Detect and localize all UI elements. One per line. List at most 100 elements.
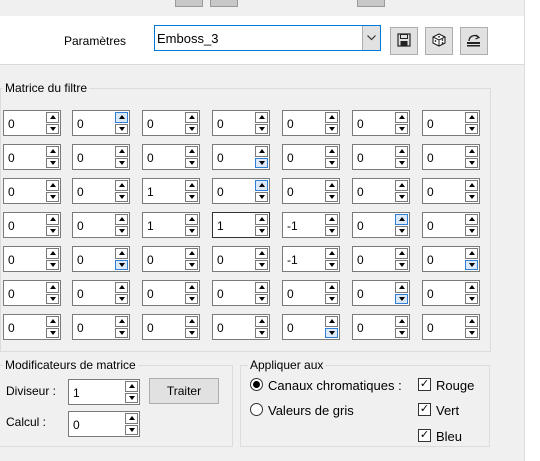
matrix-cell-r7-c4[interactable]: 0 [212, 314, 270, 340]
matrix-cell-down-button[interactable] [115, 225, 128, 236]
matrix-cell-r3-c4[interactable]: 0 [212, 178, 270, 204]
matrix-cell-r4-c3[interactable]: 1 [142, 212, 200, 238]
reset-preset-button[interactable] [460, 27, 488, 55]
matrix-cell-down-button[interactable] [255, 157, 268, 168]
matrix-cell-up-button[interactable] [395, 282, 408, 293]
matrix-cell-up-button[interactable] [465, 316, 478, 327]
matrix-cell-down-button[interactable] [185, 123, 198, 134]
matrix-cell-down-button[interactable] [46, 259, 59, 270]
matrix-cell-r6-c7[interactable]: 0 [422, 280, 480, 306]
matrix-cell-up-button[interactable] [465, 282, 478, 293]
matrix-cell-up-button[interactable] [465, 214, 478, 225]
matrix-cell-down-button[interactable] [255, 259, 268, 270]
preset-combobox[interactable]: Emboss_3 [154, 25, 381, 51]
matrix-cell-up-button[interactable] [325, 248, 338, 259]
color-channels-radio[interactable] [250, 378, 263, 391]
matrix-cell-r6-c1[interactable]: 0 [3, 280, 61, 306]
matrix-cell-down-button[interactable] [395, 293, 408, 304]
matrix-cell-up-button[interactable] [185, 112, 198, 123]
matrix-cell-down-button[interactable] [185, 225, 198, 236]
matrix-cell-r1-c1[interactable]: 0 [3, 110, 61, 136]
matrix-cell-up-button[interactable] [46, 146, 59, 157]
matrix-cell-r6-c2[interactable]: 0 [72, 280, 130, 306]
matrix-cell-r3-c3[interactable]: 1 [142, 178, 200, 204]
matrix-cell-r4-c1[interactable]: 0 [3, 212, 61, 238]
matrix-cell-down-button[interactable] [115, 157, 128, 168]
matrix-cell-down-button[interactable] [395, 259, 408, 270]
matrix-cell-up-button[interactable] [395, 146, 408, 157]
matrix-cell-down-button[interactable] [325, 259, 338, 270]
divisor-spinbox[interactable]: 1 [68, 379, 140, 405]
matrix-cell-r2-c7[interactable]: 0 [422, 144, 480, 170]
matrix-cell-r2-c5[interactable]: 0 [282, 144, 340, 170]
matrix-cell-up-button[interactable] [395, 248, 408, 259]
matrix-cell-down-button[interactable] [395, 225, 408, 236]
matrix-cell-r7-c3[interactable]: 0 [142, 314, 200, 340]
matrix-cell-r2-c2[interactable]: 0 [72, 144, 130, 170]
top-button-1[interactable] [175, 0, 203, 7]
matrix-cell-down-button[interactable] [185, 293, 198, 304]
matrix-cell-down-button[interactable] [325, 123, 338, 134]
matrix-cell-down-button[interactable] [465, 327, 478, 338]
red-checkbox[interactable]: ✓ [418, 378, 431, 391]
matrix-cell-r6-c6[interactable]: 0 [352, 280, 410, 306]
matrix-cell-up-button[interactable] [325, 180, 338, 191]
gray-values-radio[interactable] [250, 403, 263, 416]
green-checkbox[interactable]: ✓ [418, 403, 431, 416]
blue-checkbox[interactable]: ✓ [418, 429, 431, 442]
matrix-cell-down-button[interactable] [395, 191, 408, 202]
color-channels-label[interactable]: Canaux chromatiques : [268, 378, 402, 393]
gray-values-label[interactable]: Valeurs de gris [268, 403, 354, 418]
matrix-cell-down-button[interactable] [46, 123, 59, 134]
matrix-cell-down-button[interactable] [325, 191, 338, 202]
matrix-cell-r6-c5[interactable]: 0 [282, 280, 340, 306]
matrix-cell-up-button[interactable] [395, 214, 408, 225]
matrix-cell-down-button[interactable] [255, 225, 268, 236]
matrix-cell-up-button[interactable] [465, 146, 478, 157]
matrix-cell-down-button[interactable] [185, 259, 198, 270]
matrix-cell-down-button[interactable] [46, 191, 59, 202]
matrix-cell-down-button[interactable] [185, 327, 198, 338]
matrix-cell-r2-c4[interactable]: 0 [212, 144, 270, 170]
matrix-cell-down-button[interactable] [325, 293, 338, 304]
matrix-cell-r5-c3[interactable]: 0 [142, 246, 200, 272]
matrix-cell-up-button[interactable] [115, 248, 128, 259]
matrix-cell-up-button[interactable] [185, 282, 198, 293]
matrix-cell-r6-c3[interactable]: 0 [142, 280, 200, 306]
matrix-cell-up-button[interactable] [255, 112, 268, 123]
matrix-cell-r1-c3[interactable]: 0 [142, 110, 200, 136]
matrix-cell-r2-c6[interactable]: 0 [352, 144, 410, 170]
save-preset-button[interactable] [390, 27, 418, 55]
matrix-cell-up-button[interactable] [395, 316, 408, 327]
matrix-cell-down-button[interactable] [465, 259, 478, 270]
matrix-cell-down-button[interactable] [46, 225, 59, 236]
matrix-cell-up-button[interactable] [185, 214, 198, 225]
matrix-cell-down-button[interactable] [46, 327, 59, 338]
matrix-cell-up-button[interactable] [46, 248, 59, 259]
matrix-cell-down-button[interactable] [46, 157, 59, 168]
matrix-cell-up-button[interactable] [115, 180, 128, 191]
matrix-cell-down-button[interactable] [325, 225, 338, 236]
matrix-cell-r3-c1[interactable]: 0 [3, 178, 61, 204]
matrix-cell-up-button[interactable] [115, 282, 128, 293]
matrix-cell-up-button[interactable] [255, 180, 268, 191]
matrix-cell-r3-c7[interactable]: 0 [422, 178, 480, 204]
red-label[interactable]: Rouge [436, 378, 474, 393]
matrix-cell-down-button[interactable] [115, 123, 128, 134]
matrix-cell-down-button[interactable] [115, 259, 128, 270]
matrix-cell-up-button[interactable] [46, 112, 59, 123]
matrix-cell-r5-c6[interactable]: 0 [352, 246, 410, 272]
matrix-cell-up-button[interactable] [185, 316, 198, 327]
matrix-cell-down-button[interactable] [185, 191, 198, 202]
matrix-cell-r1-c6[interactable]: 0 [352, 110, 410, 136]
matrix-cell-up-button[interactable] [115, 316, 128, 327]
matrix-cell-up-button[interactable] [255, 282, 268, 293]
matrix-cell-up-button[interactable] [185, 146, 198, 157]
matrix-cell-r1-c4[interactable]: 0 [212, 110, 270, 136]
matrix-cell-down-button[interactable] [185, 157, 198, 168]
matrix-cell-r1-c2[interactable]: 0 [72, 110, 130, 136]
matrix-cell-r5-c7[interactable]: 0 [422, 246, 480, 272]
matrix-cell-up-button[interactable] [325, 112, 338, 123]
chevron-down-icon[interactable] [362, 26, 380, 50]
matrix-cell-r7-c1[interactable]: 0 [3, 314, 61, 340]
